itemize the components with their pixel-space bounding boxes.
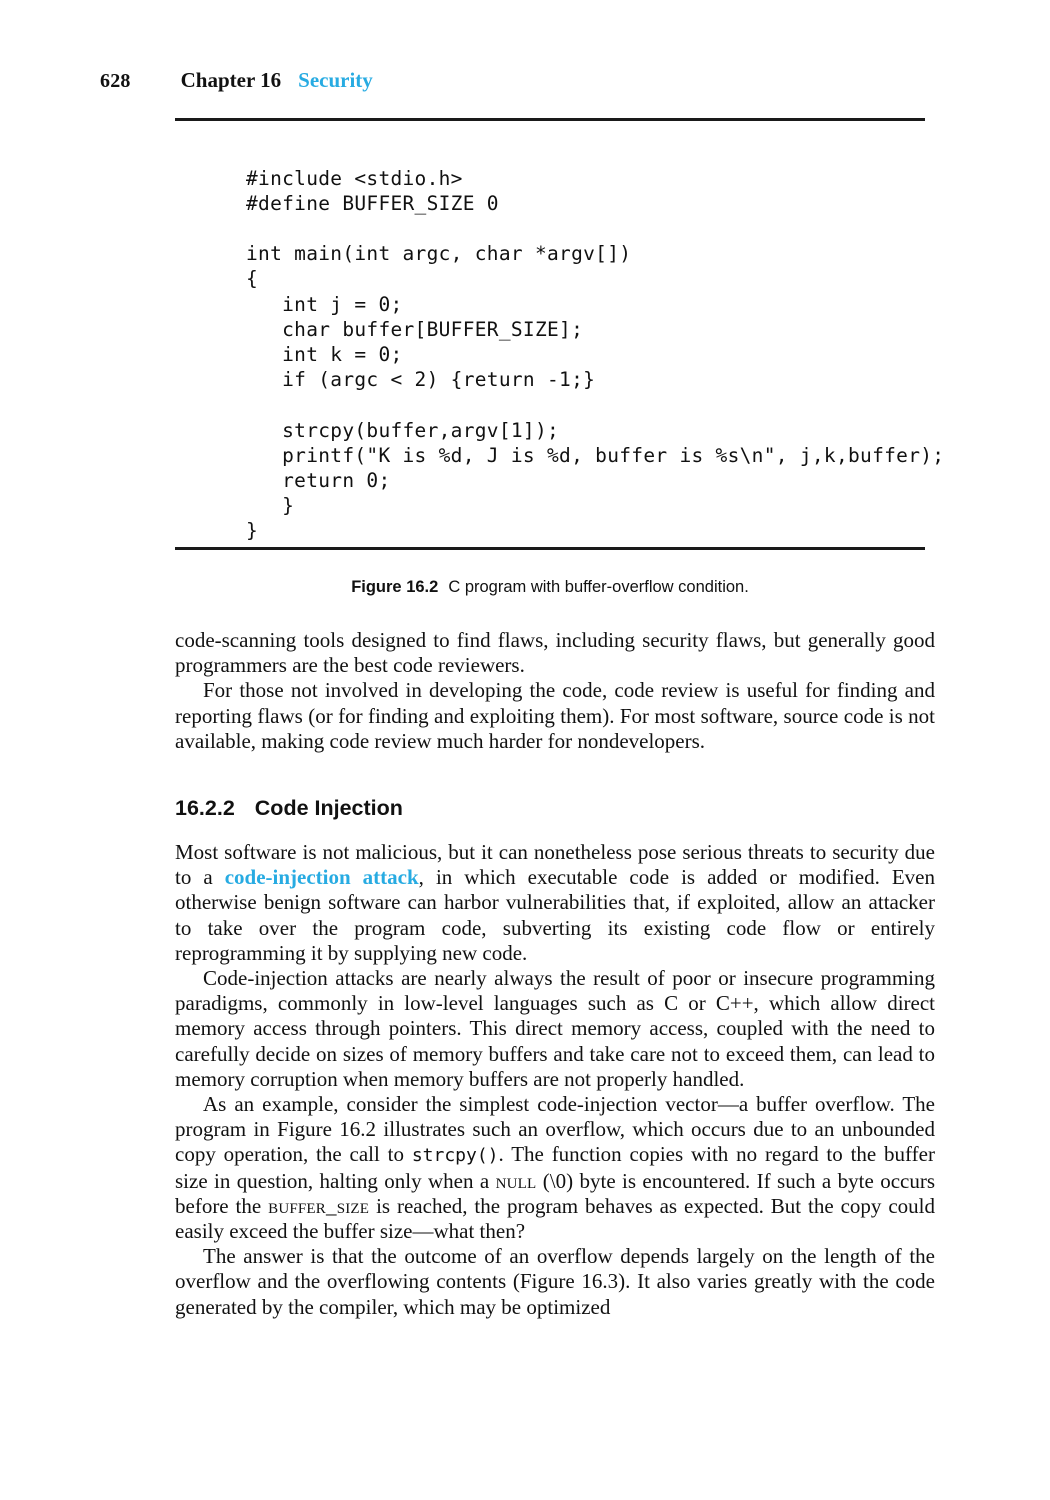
figure-code-listing: #include <stdio.h> #define BUFFER_SIZE 0… [246, 166, 945, 543]
figure-bottom-rule [175, 547, 925, 550]
inline-smallcaps-buffer-size: buffer_size [268, 1193, 370, 1218]
figure-caption-text: C program with buffer-overflow condition… [448, 578, 749, 596]
heading-spacer-bottom [175, 821, 935, 840]
figure-caption-number: Figure 16.2 [351, 578, 439, 596]
paragraph-most-software: Most software is not malicious, but it c… [175, 840, 935, 966]
paragraph-as-an-example: As an example, consider the simplest cod… [175, 1092, 935, 1244]
chapter-title: Security [298, 68, 373, 92]
section-number: 16.2.2 [175, 796, 235, 821]
page-number: 628 [100, 70, 131, 92]
body-column: code-scanning tools designed to find fla… [175, 628, 935, 1320]
inline-smallcaps-null: null [495, 1168, 537, 1193]
heading-spacer-top [175, 754, 935, 796]
section-title: Code Injection [254, 796, 403, 821]
figure-caption: Figure 16.2 C program with buffer-overflo… [175, 578, 925, 597]
chapter-label: Chapter 16 [180, 68, 282, 92]
term-code-injection-attack: code-injection attack [224, 865, 419, 890]
section-heading: 16.2.2 Code Injection [175, 796, 935, 821]
textbook-page: 628 Chapter 16 Security #include <stdio.… [0, 0, 1050, 1500]
running-head: 628 Chapter 16 Security [100, 68, 373, 93]
inline-code-strcpy: strcpy() [411, 1145, 499, 1167]
figure-top-rule [175, 118, 925, 121]
paragraph-code-injection-attacks: Code-injection attacks are nearly always… [175, 966, 935, 1091]
paragraph-the-answer: The answer is that the outcome of an ove… [175, 1244, 935, 1319]
paragraph-continued: code-scanning tools designed to find fla… [175, 628, 935, 678]
paragraph-code-review: For those not involved in developing the… [175, 678, 935, 753]
